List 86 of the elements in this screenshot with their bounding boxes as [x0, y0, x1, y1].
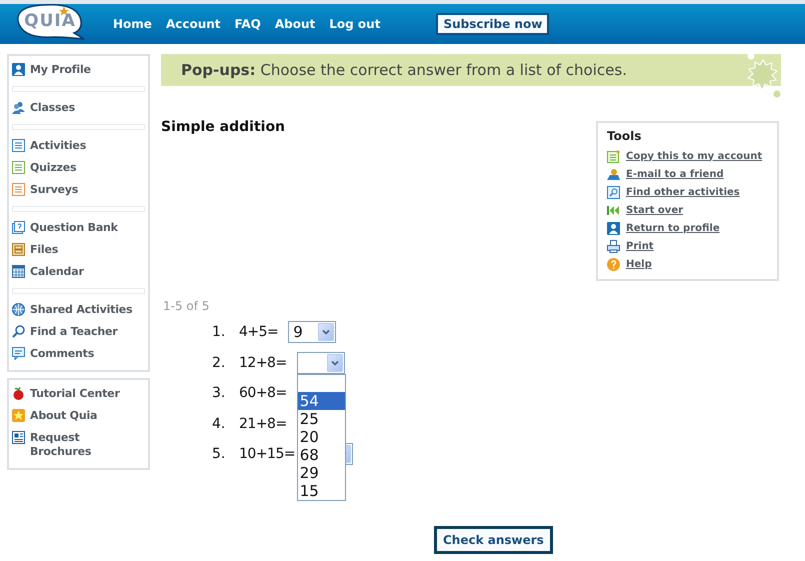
tool-link[interactable]: Start over: [607, 201, 777, 219]
tool-link[interactable]: Help: [607, 255, 777, 273]
check-answers-button[interactable]: Check answers: [434, 526, 553, 554]
question-number: 3.: [212, 385, 226, 402]
sidebar-item[interactable]: Tutorial Center: [12, 384, 145, 406]
nav-link[interactable]: Log out: [329, 17, 380, 31]
tool-link-label: Return to profile: [626, 222, 720, 234]
sidebar-item[interactable]: Find a Teacher: [12, 322, 145, 344]
sidebar-item[interactable]: Request Brochures: [12, 428, 145, 464]
dropdown-value: 9: [293, 323, 303, 342]
sidebar-item[interactable]: My Profile: [12, 60, 145, 82]
tool-link-label: Copy this to my account: [626, 150, 762, 162]
sidebar-item-label: Calendar: [30, 265, 84, 279]
person-icon: [12, 63, 25, 76]
activity-title: Simple addition: [161, 119, 286, 137]
brochure-icon: [12, 431, 25, 444]
sidebar-item-label: Tutorial Center: [30, 387, 120, 401]
sidebar-item[interactable]: Files: [12, 240, 145, 262]
rewind-icon: [607, 204, 620, 216]
nav-link[interactable]: Home: [113, 17, 152, 31]
comment-icon: [12, 347, 25, 360]
subscribe-button[interactable]: Subscribe now: [436, 13, 550, 35]
sidebar-item-label: Classes: [30, 101, 75, 115]
sidebar-item-label: Files: [30, 243, 58, 257]
tool-link-label: E-mail to a friend: [626, 168, 724, 180]
copy-icon: [607, 150, 620, 162]
tool-link[interactable]: Print: [607, 237, 777, 255]
question-number: 1.: [212, 324, 226, 340]
tool-link[interactable]: Copy this to my account: [607, 147, 777, 165]
sidebar-item-label: Question Bank: [30, 221, 118, 235]
sidebar-item-label: Activities: [30, 139, 86, 153]
question-text: 21+8=: [239, 416, 287, 432]
question-text: 4+5=: [239, 324, 278, 340]
nav-link[interactable]: Account: [166, 17, 221, 31]
sidebar-item-label: Find a Teacher: [30, 325, 118, 339]
sidebar-item[interactable]: Quizzes: [12, 158, 145, 180]
nav-link[interactable]: About: [274, 17, 316, 31]
sidebar-item[interactable]: Question Bank: [12, 218, 145, 240]
sidebar-item-label: About Quia: [30, 409, 98, 423]
sidebar-item[interactable]: Surveys: [12, 180, 145, 202]
apple-icon: [12, 387, 25, 400]
dropdown-option[interactable]: 54: [298, 392, 345, 410]
tool-link[interactable]: Return to profile: [607, 219, 777, 237]
list-icon: [12, 139, 25, 152]
list-icon: [12, 183, 25, 196]
question-text: 12+8=: [239, 354, 287, 371]
sidebar-item-label: Surveys: [30, 183, 78, 197]
question-text: 60+8=: [239, 385, 287, 402]
answer-dropdown[interactable]: 9: [288, 321, 336, 344]
search-icon: [12, 325, 25, 338]
sidebar-item[interactable]: Shared Activities: [12, 300, 145, 322]
sidebar-item[interactable]: Comments: [12, 344, 145, 366]
file-cabinet-icon: [12, 243, 25, 256]
printer-icon: [607, 240, 620, 252]
sidebar-item[interactable]: Activities: [12, 136, 145, 158]
tool-link[interactable]: Find other activities: [607, 183, 777, 201]
tool-link-label: Find other activities: [626, 186, 740, 198]
search-icon: [607, 186, 620, 198]
person-icon: [607, 222, 620, 234]
tools-title: Tools: [607, 129, 642, 143]
starburst-icon: [745, 52, 781, 98]
nav-link[interactable]: FAQ: [234, 17, 261, 31]
list-icon: [12, 161, 25, 174]
tool-link-label: Help: [626, 258, 652, 270]
help-icon: [607, 258, 620, 270]
sidebar-item-label: My Profile: [30, 63, 91, 77]
tool-link[interactable]: E-mail to a friend: [607, 165, 777, 183]
question-range: 1-5 of 5: [163, 299, 210, 313]
question-number: 4.: [212, 416, 226, 432]
sidebar-item-label: Shared Activities: [30, 303, 132, 317]
people-icon: [12, 101, 25, 114]
instruction-text: Pop-ups: Choose the correct answer from a list of choices.: [181, 61, 627, 79]
sidebar-item-label: Quizzes: [30, 161, 76, 175]
sidebar-item-label: Comments: [30, 347, 94, 361]
sidebar-item-label: Request Brochures: [30, 431, 92, 459]
tool-link-label: Print: [626, 240, 654, 252]
calendar-icon: [12, 265, 25, 278]
sidebar-item[interactable]: Calendar: [12, 262, 145, 284]
star-icon: [12, 409, 25, 422]
sidebar-item[interactable]: Classes: [12, 98, 145, 120]
question-number: 5.: [212, 446, 226, 462]
question-number: 2.: [212, 354, 226, 371]
sidebar-item[interactable]: About Quia: [12, 406, 145, 428]
question-icon: [12, 221, 25, 234]
question-text: 10+15=: [239, 446, 296, 462]
tool-link-label: Start over: [626, 204, 684, 216]
